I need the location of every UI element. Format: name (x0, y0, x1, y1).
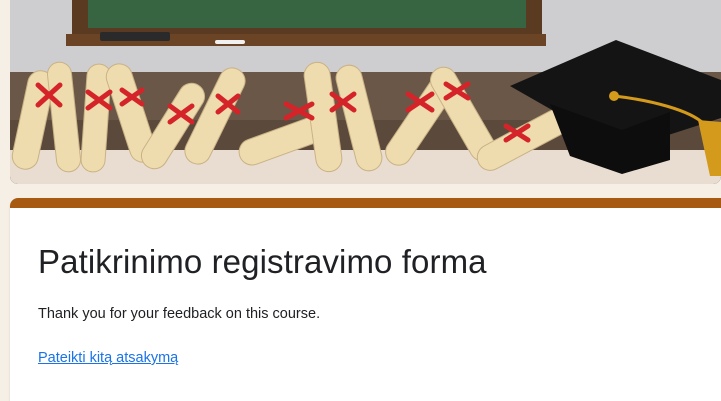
card-body: Patikrinimo registravimo forma Thank you… (10, 208, 721, 368)
form-title: Patikrinimo registravimo forma (38, 243, 487, 280)
confirmation-card: Patikrinimo registravimo forma Thank you… (10, 198, 721, 401)
submit-another-response-link[interactable]: Pateikti kitą atsakymą (38, 348, 178, 368)
form-page: Patikrinimo registravimo forma Thank you… (0, 0, 721, 401)
header-banner-image (10, 0, 721, 184)
card-accent-bar (10, 198, 721, 208)
confirmation-message: Thank you for your feedback on this cour… (38, 306, 321, 322)
graduation-illustration (10, 0, 721, 184)
